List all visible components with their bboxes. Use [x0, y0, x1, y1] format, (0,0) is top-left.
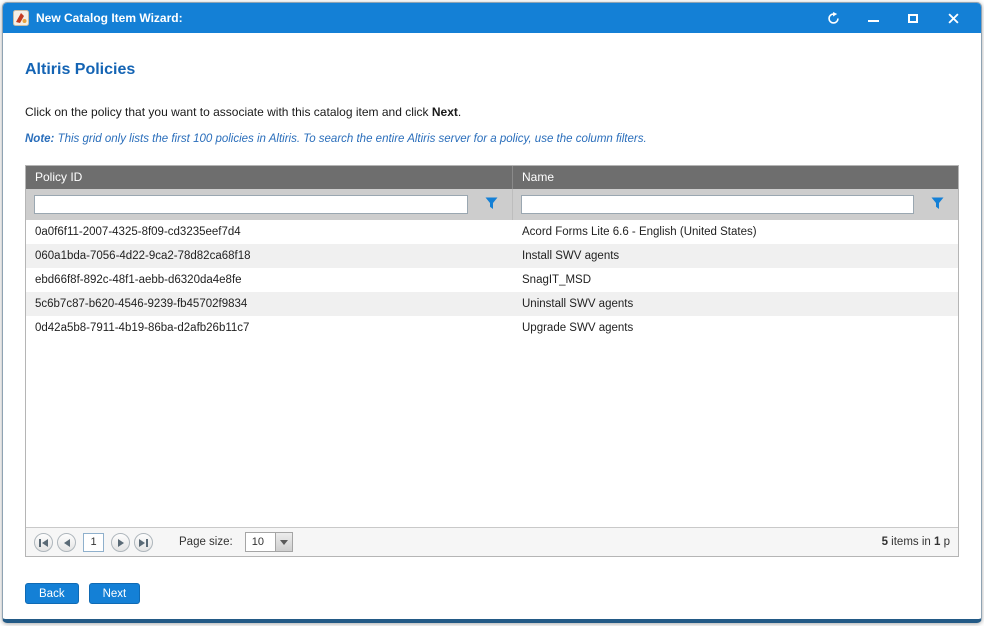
table-row[interactable]: ebd66f8f-892c-48f1-aebb-d6320da4e8fe Sna…: [26, 268, 958, 292]
note-label: Note:: [25, 133, 54, 145]
funnel-icon: [931, 197, 944, 213]
wizard-navigation: Back Next: [25, 583, 959, 604]
policy-id-cell: 0d42a5b8-7911-4b19-86ba-d2afb26b11c7: [26, 316, 513, 340]
policy-name-cell: Install SWV agents: [513, 244, 958, 268]
window-title: New Catalog Item Wizard:: [36, 11, 183, 25]
refresh-icon[interactable]: [825, 10, 841, 26]
next-page-icon: [118, 535, 124, 550]
column-header-name[interactable]: Name: [513, 166, 958, 189]
funnel-icon: [485, 197, 498, 213]
maximize-icon[interactable]: [905, 10, 921, 26]
prev-page-button[interactable]: [57, 533, 76, 552]
name-filter-button[interactable]: [926, 194, 948, 216]
policy-id-cell: ebd66f8f-892c-48f1-aebb-d6320da4e8fe: [26, 268, 513, 292]
app-icon: [12, 10, 29, 27]
filter-row: [26, 189, 958, 220]
chevron-down-icon: [280, 540, 288, 545]
note-text: Note: This grid only lists the first 100…: [25, 133, 959, 145]
first-page-button[interactable]: [34, 533, 53, 552]
window-controls: [825, 10, 971, 26]
first-page-icon: [39, 535, 48, 550]
table-row[interactable]: 0d42a5b8-7911-4b19-86ba-d2afb26b11c7 Upg…: [26, 316, 958, 340]
policies-grid: Policy ID Name: [25, 165, 959, 557]
column-header-policy-id[interactable]: Policy ID: [26, 166, 513, 189]
pagination-bar: 1 Page size: 10: [26, 527, 958, 556]
policy-id-cell: 0a0f6f11-2007-4325-8f09-cd3235eef7d4: [26, 220, 513, 244]
back-button[interactable]: Back: [25, 583, 79, 604]
grid-header: Policy ID Name: [26, 166, 958, 189]
last-page-button[interactable]: [134, 533, 153, 552]
policy-name-cell: Acord Forms Lite 6.6 - English (United S…: [513, 220, 958, 244]
instruction-prefix: Click on the policy that you want to ass…: [25, 105, 432, 119]
wizard-content: Altiris Policies Click on the policy tha…: [3, 33, 981, 619]
current-page-box[interactable]: 1: [83, 533, 104, 552]
name-filter-cell: [513, 189, 958, 220]
minimize-icon[interactable]: [865, 10, 881, 26]
page-size-value[interactable]: 10: [245, 532, 276, 552]
policy-name-cell: Upgrade SWV agents: [513, 316, 958, 340]
policy-id-cell: 5c6b7c87-b620-4546-9239-fb45702f9834: [26, 292, 513, 316]
table-row[interactable]: 060a1bda-7056-4d22-9ca2-78d82ca68f18 Ins…: [26, 244, 958, 268]
policy-id-filter-input[interactable]: [34, 195, 468, 214]
name-filter-input[interactable]: [521, 195, 914, 214]
instruction-suffix: .: [458, 105, 461, 119]
page-size-dropdown-button[interactable]: [276, 532, 293, 552]
policy-id-cell: 060a1bda-7056-4d22-9ca2-78d82ca68f18: [26, 244, 513, 268]
page-size-dropdown[interactable]: 10: [245, 532, 293, 552]
policy-name-cell: Uninstall SWV agents: [513, 292, 958, 316]
page-title: Altiris Policies: [25, 61, 959, 79]
next-button[interactable]: Next: [89, 583, 141, 604]
instruction-text: Click on the policy that you want to ass…: [25, 105, 959, 119]
policy-id-filter-button[interactable]: [480, 194, 502, 216]
next-page-button[interactable]: [111, 533, 130, 552]
title-bar: New Catalog Item Wizard:: [3, 3, 981, 33]
table-row[interactable]: 0a0f6f11-2007-4325-8f09-cd3235eef7d4 Aco…: [26, 220, 958, 244]
table-row[interactable]: 5c6b7c87-b620-4546-9239-fb45702f9834 Uni…: [26, 292, 958, 316]
instruction-bold: Next: [432, 105, 458, 119]
note-body: This grid only lists the first 100 polic…: [54, 133, 646, 145]
items-summary: 5 items in 1 p: [882, 536, 950, 548]
policy-name-cell: SnagIT_MSD: [513, 268, 958, 292]
close-icon[interactable]: [945, 10, 961, 26]
policy-id-filter-cell: [26, 189, 513, 220]
prev-page-icon: [64, 535, 70, 550]
wizard-window: New Catalog Item Wizard: Altiris Policie…: [2, 2, 982, 623]
last-page-icon: [139, 535, 148, 550]
page-size-label: Page size:: [179, 536, 233, 548]
grid-rows: 0a0f6f11-2007-4325-8f09-cd3235eef7d4 Aco…: [26, 220, 958, 527]
